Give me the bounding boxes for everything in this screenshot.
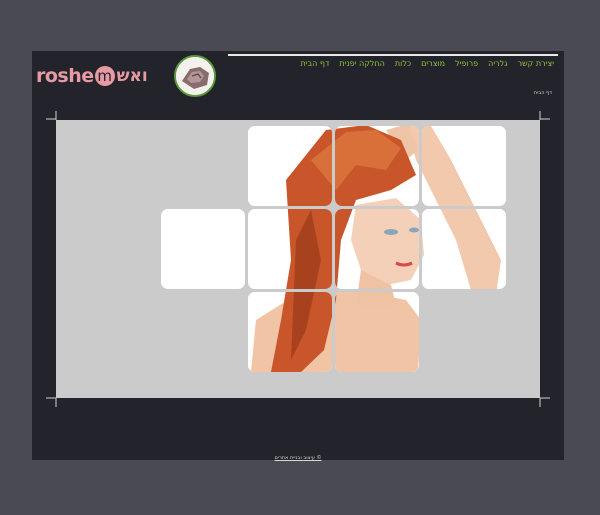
gallery-stage bbox=[56, 120, 540, 398]
gallery-photo bbox=[248, 126, 506, 372]
footer-credit-link[interactable]: עיצוב ובניית אתרים © bbox=[275, 455, 322, 461]
footer: עיצוב ובניית אתרים © bbox=[32, 444, 564, 463]
page-container: roshe m ואש דף הבית החלקה יפנית כלות מוצ… bbox=[32, 51, 564, 463]
